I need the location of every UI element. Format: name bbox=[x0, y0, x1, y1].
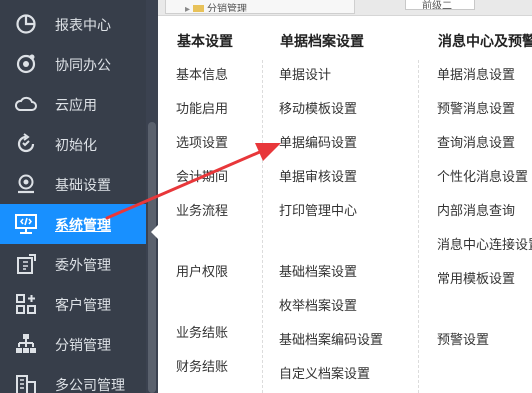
report-icon bbox=[14, 12, 38, 36]
menu-item-options[interactable]: 选项设置 bbox=[176, 132, 228, 151]
sidebar-item-label: 客户管理 bbox=[55, 298, 111, 314]
menu-item-document-message[interactable]: 单据消息设置 bbox=[437, 64, 515, 83]
sidebar-item-distribution[interactable]: 分销管理 bbox=[0, 324, 146, 364]
sidebar-item-outsourcing[interactable]: 委外管理 bbox=[0, 244, 146, 284]
active-indicator bbox=[151, 224, 159, 240]
menu-item-alert-message[interactable]: 预警消息设置 bbox=[437, 98, 515, 117]
column-divider bbox=[418, 60, 419, 393]
menu-item-archive-numbering[interactable]: 基础档案编码设置 bbox=[279, 329, 383, 348]
menu-item-custom-archive[interactable]: 自定义档案设置 bbox=[279, 363, 370, 382]
initialize-icon bbox=[14, 132, 38, 156]
multi-company-icon bbox=[14, 372, 38, 393]
sidebar-nav: 报表中心 协同办公 云应用 初始化 基础设置 系统管理 委外管理 客户管理 分销… bbox=[0, 0, 158, 393]
column-divider bbox=[262, 60, 263, 393]
menu-item-base-archive[interactable]: 基础档案设置 bbox=[279, 261, 357, 280]
sidebar-item-label: 云应用 bbox=[55, 98, 97, 114]
sidebar-item-label: 系统管理 bbox=[55, 218, 111, 234]
menu-item-document-numbering[interactable]: 单据编码设置 bbox=[279, 132, 357, 151]
menu-item-basic-info[interactable]: 基本信息 bbox=[176, 64, 228, 83]
menu-item-feature-enable[interactable]: 功能启用 bbox=[176, 98, 228, 117]
menu-item-document-approval[interactable]: 单据审核设置 bbox=[279, 166, 357, 185]
column-header-basic-settings: 基本设置 bbox=[177, 34, 233, 50]
sidebar-item-report-center[interactable]: 报表中心 bbox=[0, 4, 146, 44]
menu-item-business-closing[interactable]: 业务结账 bbox=[176, 322, 228, 341]
tree-node-label: 分销管理 bbox=[207, 4, 248, 12]
menu-item-message-connection[interactable]: 消息中心连接设置 bbox=[437, 234, 532, 253]
folder-icon bbox=[193, 5, 205, 12]
customer-icon bbox=[14, 292, 38, 316]
distribution-icon bbox=[14, 332, 38, 356]
cloud-icon bbox=[14, 92, 38, 116]
sidebar-item-label: 协同办公 bbox=[55, 58, 111, 74]
settings-icon bbox=[14, 172, 38, 196]
sidebar-item-label: 初始化 bbox=[55, 138, 97, 154]
menu-item-enum-archive[interactable]: 枚举档案设置 bbox=[279, 295, 357, 314]
sidebar-item-label: 委外管理 bbox=[55, 258, 111, 274]
sidebar-item-system-management[interactable]: 系统管理 bbox=[0, 204, 158, 244]
menu-item-personal-message[interactable]: 个性化消息设置 bbox=[437, 166, 528, 185]
menu-item-print-center[interactable]: 打印管理中心 bbox=[279, 200, 357, 219]
menu-item-business-flow[interactable]: 业务流程 bbox=[176, 200, 228, 219]
sidebar-item-cloud-apps[interactable]: 云应用 bbox=[0, 84, 146, 124]
menu-item-finance-closing[interactable]: 财务结账 bbox=[176, 356, 228, 375]
menu-item-document-design[interactable]: 单据设计 bbox=[279, 64, 331, 83]
column-header-document-settings: 单据档案设置 bbox=[280, 34, 364, 50]
menu-item-mobile-template[interactable]: 移动模板设置 bbox=[279, 98, 357, 117]
column-header-message-center: 消息中心及预警 bbox=[438, 34, 532, 50]
system-management-icon bbox=[14, 212, 38, 236]
menu-item-internal-message[interactable]: 内部消息查询 bbox=[437, 200, 515, 219]
menu-item-user-permissions[interactable]: 用户权限 bbox=[176, 261, 228, 280]
sidebar-item-multi-company[interactable]: 多公司管理 bbox=[0, 364, 146, 393]
top-input[interactable]: 前级二 bbox=[405, 0, 475, 10]
sidebar-item-basic-settings[interactable]: 基础设置 bbox=[0, 164, 146, 204]
sidebar-scrollbar-thumb[interactable] bbox=[148, 122, 156, 393]
outsourcing-icon bbox=[14, 252, 38, 276]
menu-item-alert-settings[interactable]: 预警设置 bbox=[437, 329, 489, 348]
menu-item-common-template[interactable]: 常用模板设置 bbox=[437, 268, 515, 287]
sidebar-item-collaboration[interactable]: 协同办公 bbox=[0, 44, 146, 84]
menu-item-query-message[interactable]: 查询消息设置 bbox=[437, 132, 515, 151]
sidebar-item-customer-management[interactable]: 客户管理 bbox=[0, 284, 146, 324]
sidebar-item-label: 报表中心 bbox=[55, 18, 111, 34]
collaboration-icon bbox=[14, 52, 38, 76]
sidebar-item-label: 多公司管理 bbox=[55, 378, 125, 393]
menu-item-accounting-period[interactable]: 会计期间 bbox=[176, 166, 228, 185]
sidebar-item-label: 分销管理 bbox=[55, 338, 111, 354]
sidebar-item-label: 基础设置 bbox=[55, 178, 111, 194]
sidebar-item-initialize[interactable]: 初始化 bbox=[0, 124, 146, 164]
tree-node[interactable]: ▸ 分销管理 bbox=[185, 0, 247, 12]
